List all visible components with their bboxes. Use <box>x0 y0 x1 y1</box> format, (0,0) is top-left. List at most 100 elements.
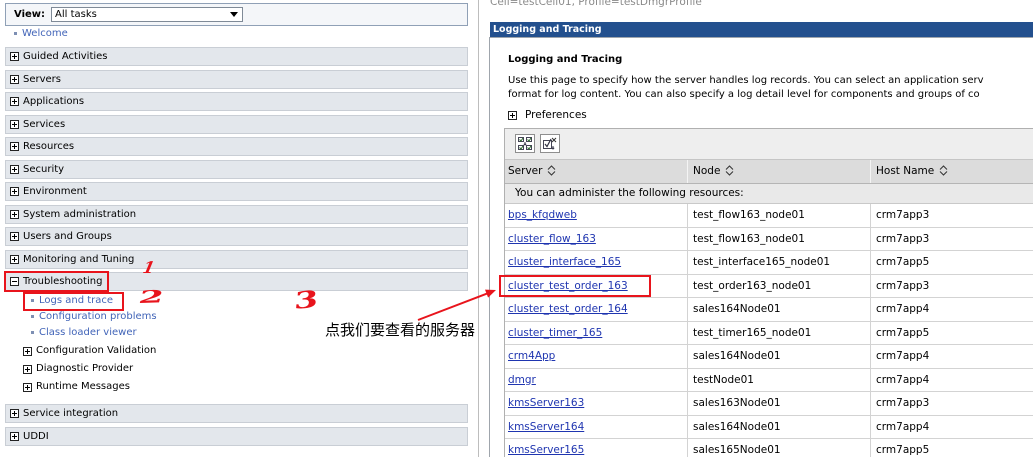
description-line: Use this page to specify how the server … <box>508 75 984 86</box>
highlight-box-server <box>499 275 651 297</box>
nav-section-uddi[interactable]: UDDI <box>5 426 468 446</box>
table-row: bps_kfqdweb test_flow163_node01 crm7app3 <box>505 204 1033 228</box>
expand-icon[interactable] <box>10 74 19 84</box>
nav-section-resources[interactable]: Resources <box>5 137 468 156</box>
panel-title-bar: Logging and Tracing <box>490 22 1033 37</box>
nav-section-system-administration[interactable]: System administration <box>5 204 468 224</box>
context-line: Cell=testCell01, Profile=testDmgrProfile <box>490 0 1033 9</box>
sort-icon[interactable] <box>939 164 948 176</box>
host-cell: crm7app5 <box>876 256 930 268</box>
server-cell: cluster_test_order_164 <box>505 298 688 321</box>
step-marker-3: 3 <box>291 285 322 315</box>
class-loader-viewer-link[interactable]: Class loader viewer <box>39 327 137 339</box>
welcome-link[interactable]: Welcome <box>22 28 68 40</box>
host-cell: crm7app5 <box>876 444 930 456</box>
server-link[interactable]: cluster_test_order_164 <box>508 303 628 315</box>
column-header-label: Server <box>508 165 543 177</box>
diagnostic-provider-group[interactable]: Diagnostic Provider <box>36 363 133 375</box>
server-link[interactable]: crm4App <box>508 350 555 362</box>
node-cell: testNode01 <box>688 368 871 391</box>
table-row: crm4App sales164Node01 crm7app4 <box>505 345 1033 369</box>
expand-icon[interactable] <box>10 232 19 241</box>
server-link[interactable]: kmsServer164 <box>508 421 584 433</box>
host-cell: crm7app3 <box>876 232 930 245</box>
preferences-toggle[interactable]: Preferences <box>525 109 587 122</box>
nav-section-label: Service integration <box>23 408 119 419</box>
server-cell: dmgr <box>505 368 688 391</box>
nav-section-label: System administration <box>23 208 137 220</box>
table-row: cluster_flow_163 test_flow163_node01 crm… <box>505 227 1033 251</box>
description-line: format for log content. You can also spe… <box>508 89 980 100</box>
expand-icon[interactable] <box>23 382 32 392</box>
expand-icon[interactable] <box>23 346 32 356</box>
expand-icon[interactable] <box>10 164 19 174</box>
table-row: kmsServer164 sales164Node01 crm7app4 <box>505 415 1033 439</box>
view-select[interactable]: All tasks <box>51 7 243 22</box>
configuration-validation-group[interactable]: Configuration Validation <box>36 345 156 357</box>
server-cell: cluster_timer_165 <box>505 321 688 344</box>
server-link[interactable]: cluster_interface_165 <box>508 256 621 268</box>
table-info-text: You can administer the following resourc… <box>515 187 744 199</box>
nav-section-guided-activities[interactable]: Guided Activities <box>5 47 468 66</box>
server-link[interactable]: bps_kfqdweb <box>508 209 577 221</box>
expand-icon[interactable] <box>10 209 19 219</box>
column-header-host-name[interactable]: Host Name <box>871 160 1033 183</box>
navigation-panel: View: All tasks Welcome Guided Activitie… <box>0 0 472 457</box>
table-row: dmgr testNode01 crm7app4 <box>505 368 1033 392</box>
nav-section-users-and-groups[interactable]: Users and Groups <box>5 227 468 246</box>
host-cell: crm7app4 <box>876 420 930 433</box>
bullet-icon <box>31 315 34 318</box>
nav-section-label: Resources <box>23 141 75 152</box>
sort-icon[interactable] <box>725 164 734 176</box>
nav-section-monitoring-and-tuning[interactable]: Monitoring and Tuning <box>5 249 468 269</box>
deselect-all-button[interactable] <box>540 134 560 153</box>
expand-icon[interactable] <box>10 187 19 196</box>
frame-divider[interactable] <box>478 0 479 457</box>
column-header-server[interactable]: Server <box>505 160 688 183</box>
panel-title: Logging and Tracing <box>493 24 602 35</box>
nav-section-services[interactable]: Services <box>5 114 468 134</box>
expand-icon[interactable] <box>10 97 19 106</box>
select-all-icon <box>518 137 532 150</box>
view-label: View: <box>14 9 46 20</box>
expand-icon[interactable] <box>10 52 19 61</box>
nav-section-security[interactable]: Security <box>5 159 468 179</box>
expand-icon[interactable] <box>10 254 19 264</box>
annotation-note: 点我们要查看的服务器 <box>325 321 476 339</box>
nav-section-service-integration[interactable]: Service integration <box>5 404 468 423</box>
table-row: kmsServer165 sales165Node01 crm7app5 <box>505 439 1033 457</box>
table-row: cluster_timer_165 test_timer165_node01 c… <box>505 321 1033 345</box>
host-cell: crm7app4 <box>876 303 930 315</box>
expand-icon[interactable] <box>10 119 19 129</box>
nav-section-label: UDDI <box>23 430 49 442</box>
server-cell: kmsServer164 <box>505 415 688 438</box>
expand-icon[interactable] <box>508 111 517 120</box>
expand-icon[interactable] <box>10 409 19 418</box>
context-text: Cell=testCell01, Profile=testDmgrProfile <box>490 0 702 8</box>
select-all-button[interactable] <box>515 134 535 153</box>
nav-section-environment[interactable]: Environment <box>5 182 468 201</box>
table-header: Server Node Host Name <box>505 160 1033 184</box>
nav-section-label: Guided Activities <box>23 51 108 62</box>
runtime-messages-group[interactable]: Runtime Messages <box>36 381 130 393</box>
column-header-node[interactable]: Node <box>688 160 871 183</box>
nav-section-servers[interactable]: Servers <box>5 69 468 89</box>
expand-icon[interactable] <box>10 431 19 441</box>
server-link[interactable]: kmsServer163 <box>508 397 584 409</box>
node-cell: test_timer165_node01 <box>688 321 871 344</box>
server-link[interactable]: cluster_flow_163 <box>508 233 596 245</box>
nav-section-label: Applications <box>23 96 85 107</box>
nav-section-label: Monitoring and Tuning <box>23 253 135 265</box>
expand-icon[interactable] <box>10 142 19 151</box>
bullet-icon <box>31 331 34 334</box>
server-link[interactable]: kmsServer165 <box>508 444 584 456</box>
column-header-label: Host Name <box>876 165 935 177</box>
server-link[interactable]: cluster_timer_165 <box>508 327 602 339</box>
expand-icon[interactable] <box>23 364 32 374</box>
server-cell: cluster_flow_163 <box>505 227 688 250</box>
server-link[interactable]: dmgr <box>508 374 536 386</box>
sort-icon[interactable] <box>547 164 556 176</box>
nav-section-applications[interactable]: Applications <box>5 92 468 111</box>
configuration-problems-link[interactable]: Configuration problems <box>39 311 157 323</box>
chevron-down-icon[interactable] <box>230 12 238 17</box>
